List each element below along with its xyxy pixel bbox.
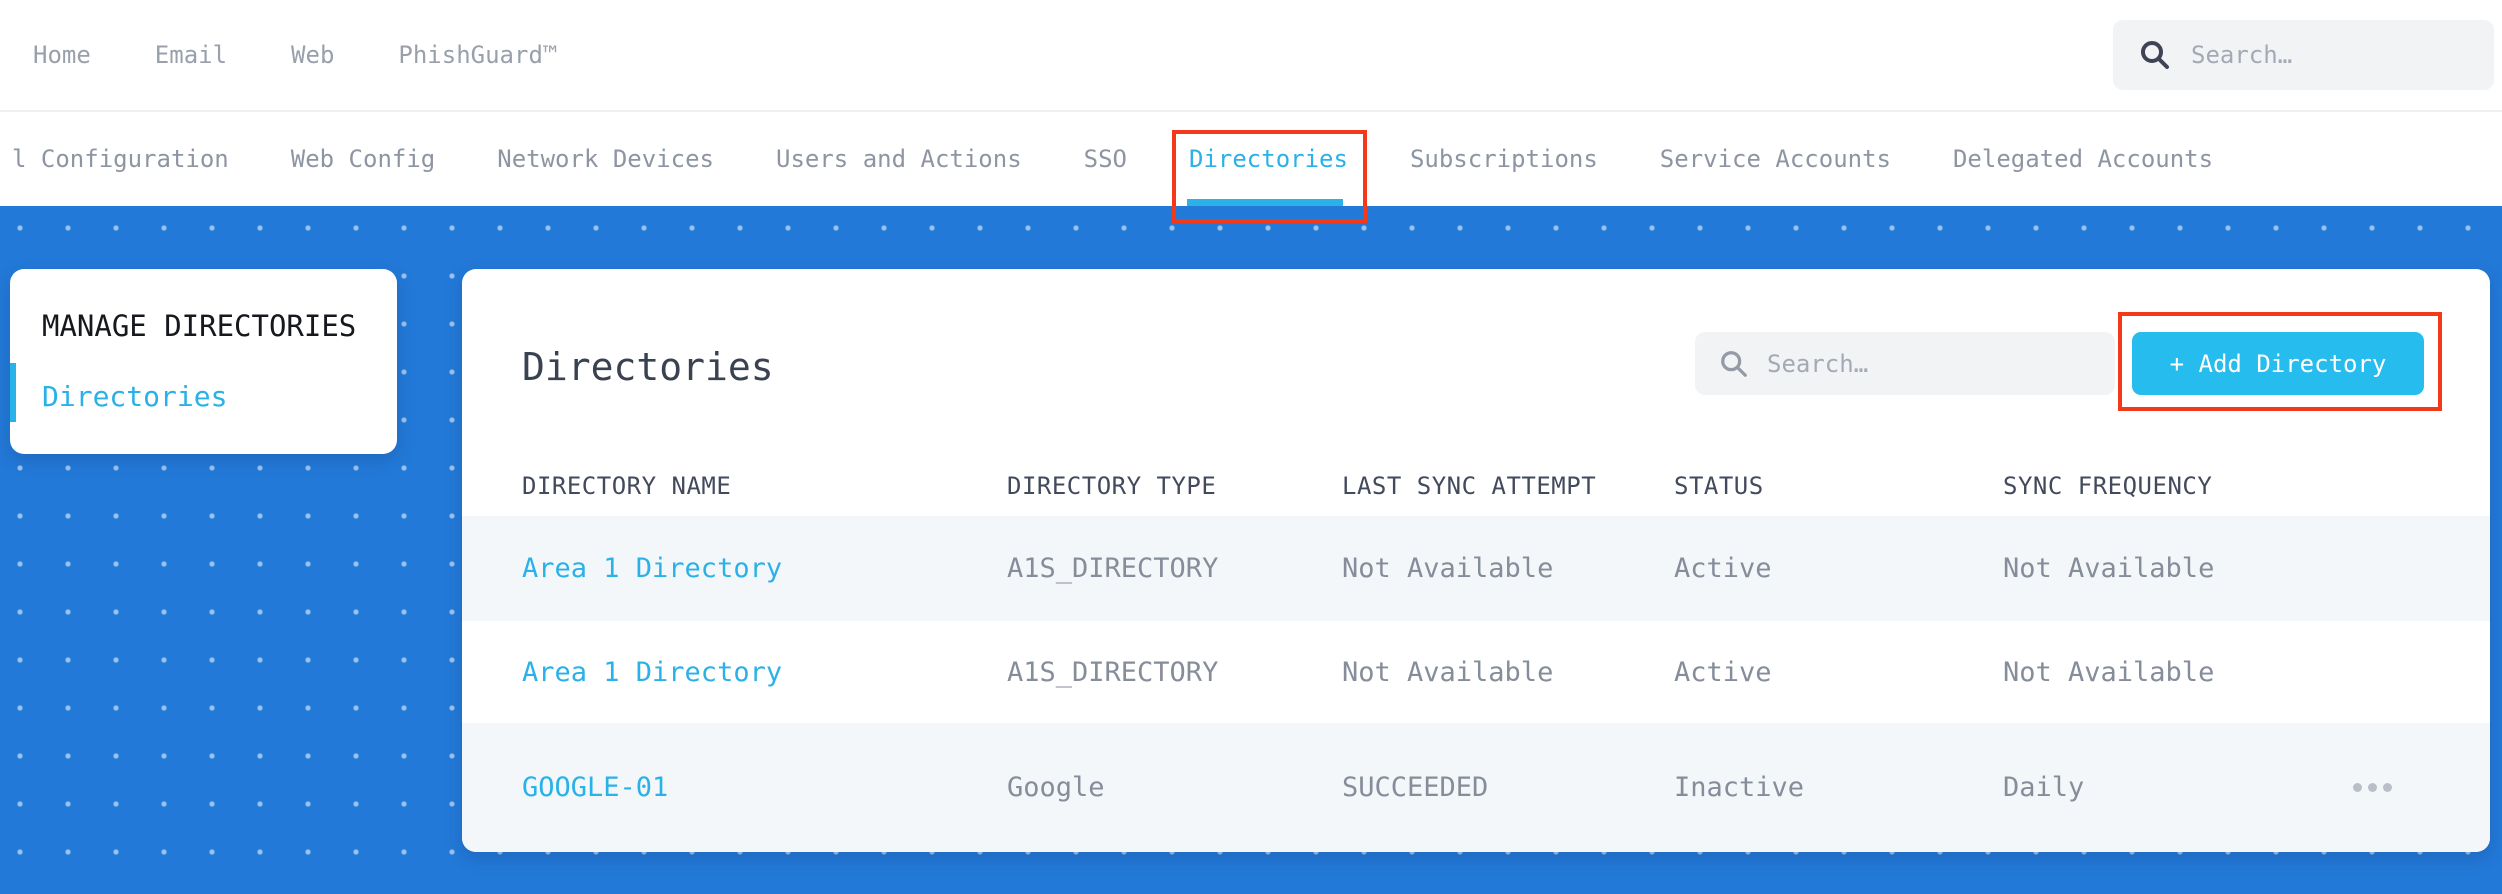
global-search-box[interactable] [2113, 20, 2494, 90]
status-cell: Active [1674, 553, 1772, 584]
column-header-directory-name: DIRECTORY NAME [522, 471, 732, 500]
table-row: Area 1 Directory A1S_DIRECTORY Not Avail… [462, 621, 2490, 723]
sub-nav-users-and-actions[interactable]: Users and Actions [776, 145, 1022, 173]
column-header-last-sync-attempt: LAST SYNC ATTEMPT [1342, 471, 1597, 500]
sub-nav-directories-active-tab[interactable]: Directories [1189, 145, 1348, 173]
global-search-input[interactable] [2191, 41, 2440, 69]
search-icon [2141, 41, 2169, 69]
top-nav-web[interactable]: Web [291, 41, 334, 69]
directory-type-cell: A1S_DIRECTORY [1007, 553, 1219, 584]
sub-nav-subscriptions[interactable]: Subscriptions [1410, 145, 1598, 173]
sub-nav-service-accounts[interactable]: Service Accounts [1660, 145, 1891, 173]
last-sync-attempt-cell: Not Available [1342, 553, 1554, 584]
directory-name-link[interactable]: GOOGLE-01 [522, 772, 1007, 803]
last-sync-attempt-cell: SUCCEEDED [1342, 772, 1489, 803]
table-row: Area 1 Directory A1S_DIRECTORY Not Avail… [462, 516, 2490, 621]
sub-nav-web-config[interactable]: Web Config [291, 145, 436, 173]
active-item-indicator-bar [10, 363, 16, 422]
sync-frequency-cell: Not Available [2003, 553, 2215, 584]
top-nav-home[interactable]: Home [33, 41, 91, 69]
last-sync-attempt-cell: Not Available [1342, 656, 1554, 688]
active-tab-underline [1187, 199, 1343, 206]
sub-nav-network-devices[interactable]: Network Devices [497, 145, 714, 173]
table-body: Area 1 Directory A1S_DIRECTORY Not Avail… [462, 516, 2490, 852]
status-cell: Active [1674, 656, 1772, 688]
directory-name-link[interactable]: Area 1 Directory [522, 657, 1007, 688]
side-card-title: MANAGE DIRECTORIES [42, 309, 357, 343]
directory-type-cell: A1S_DIRECTORY [1007, 656, 1219, 688]
column-header-status: STATUS [1674, 471, 1764, 500]
directories-panel: Directories + Add Directory DIRECTORY NA… [462, 269, 2490, 852]
directory-type-cell: Google [1007, 772, 1105, 803]
add-directory-button[interactable]: + Add Directory [2132, 332, 2424, 395]
directories-search-box[interactable] [1695, 332, 2115, 395]
sub-nav-delegated-accounts[interactable]: Delegated Accounts [1953, 145, 2213, 173]
directories-search-input[interactable] [1767, 349, 2045, 378]
status-cell: Inactive [1674, 772, 1805, 803]
manage-directories-card: MANAGE DIRECTORIES Directories [10, 269, 397, 454]
column-header-sync-frequency: SYNC FREQUENCY [2003, 471, 2213, 500]
sync-frequency-cell: Daily [2003, 772, 2085, 803]
top-nav-phishguard[interactable]: PhishGuard™ [398, 41, 557, 69]
directory-name-link[interactable]: Area 1 Directory [522, 553, 1007, 584]
search-icon [1721, 350, 1747, 377]
table-header-row: DIRECTORY NAME DIRECTORY TYPE LAST SYNC … [462, 455, 2490, 516]
row-actions-ellipsis-icon[interactable] [2332, 783, 2412, 792]
top-nav-bar: Home Email Web PhishGuard™ [0, 0, 2502, 112]
sub-nav-configuration[interactable]: l Configuration [12, 145, 229, 173]
panel-title: Directories [522, 345, 774, 389]
column-header-directory-type: DIRECTORY TYPE [1007, 471, 1217, 500]
table-row: GOOGLE-01 Google SUCCEEDED Inactive Dail… [462, 723, 2490, 852]
side-card-item-directories[interactable]: Directories [42, 380, 227, 413]
sub-nav-sso[interactable]: SSO [1084, 145, 1127, 173]
top-nav-email[interactable]: Email [155, 41, 227, 69]
sub-nav-bar: l Configuration Web Config Network Devic… [0, 112, 2502, 206]
sync-frequency-cell: Not Available [2003, 656, 2215, 688]
